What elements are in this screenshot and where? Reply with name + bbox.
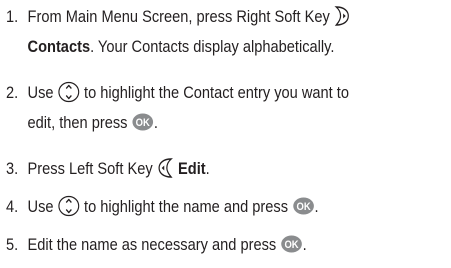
step-1-line-1: From Main Menu Screen, press Right Soft … [28, 2, 352, 32]
step-2-line-2: edit, then press OK . [28, 108, 158, 138]
step-text: From Main Menu Screen, press Right Soft … [27, 7, 330, 26]
step-4-line-1: Use to highlight the name and press OK . [28, 192, 319, 222]
step-text: . [153, 113, 158, 132]
step-text: . [314, 197, 319, 216]
svg-text:OK: OK [296, 201, 311, 213]
step-text: to highlight the name and press [84, 197, 289, 216]
step-text: . [302, 235, 307, 254]
step-number: 5. [6, 235, 19, 254]
step-5-line-1: Edit the name as necessary and press OK … [28, 230, 307, 260]
svg-text:OK: OK [284, 239, 299, 251]
step-2-line-1: Use to highlight the Contact entry you w… [28, 78, 349, 108]
right-soft-key-icon [334, 5, 351, 27]
step-text: . [205, 159, 210, 178]
instruction-page: 1. From Main Menu Screen, press Right So… [0, 0, 451, 268]
svg-text:OK: OK [136, 117, 151, 129]
step-number: 3. [6, 159, 19, 178]
step-text: . Your Contacts display alphabetically. [90, 37, 335, 56]
step-text: edit, then press [27, 113, 128, 132]
step-text: Press Left Soft Key [27, 159, 153, 178]
ok-key-icon: OK [132, 112, 154, 132]
navigation-key-icon [58, 81, 80, 103]
ok-key-icon: OK [280, 234, 302, 254]
step-number: 2. [6, 83, 19, 102]
step-1-line-2: Contacts. Your Contacts display alphabet… [28, 32, 335, 62]
contacts-label: Contacts [27, 37, 91, 56]
ok-key-icon: OK [292, 196, 314, 216]
step-3-line-1: Press Left Soft Key Edit. [28, 154, 210, 184]
left-soft-key-icon [157, 157, 174, 179]
step-text: Edit the name as necessary and press [27, 235, 277, 254]
step-text: Use [27, 197, 54, 216]
step-text: to highlight the Contact entry you want … [84, 83, 349, 102]
step-number: 4. [6, 197, 19, 216]
step-text: Use [27, 83, 54, 102]
edit-label: Edit [178, 159, 206, 178]
navigation-key-icon [58, 195, 80, 217]
step-number: 1. [6, 7, 19, 26]
